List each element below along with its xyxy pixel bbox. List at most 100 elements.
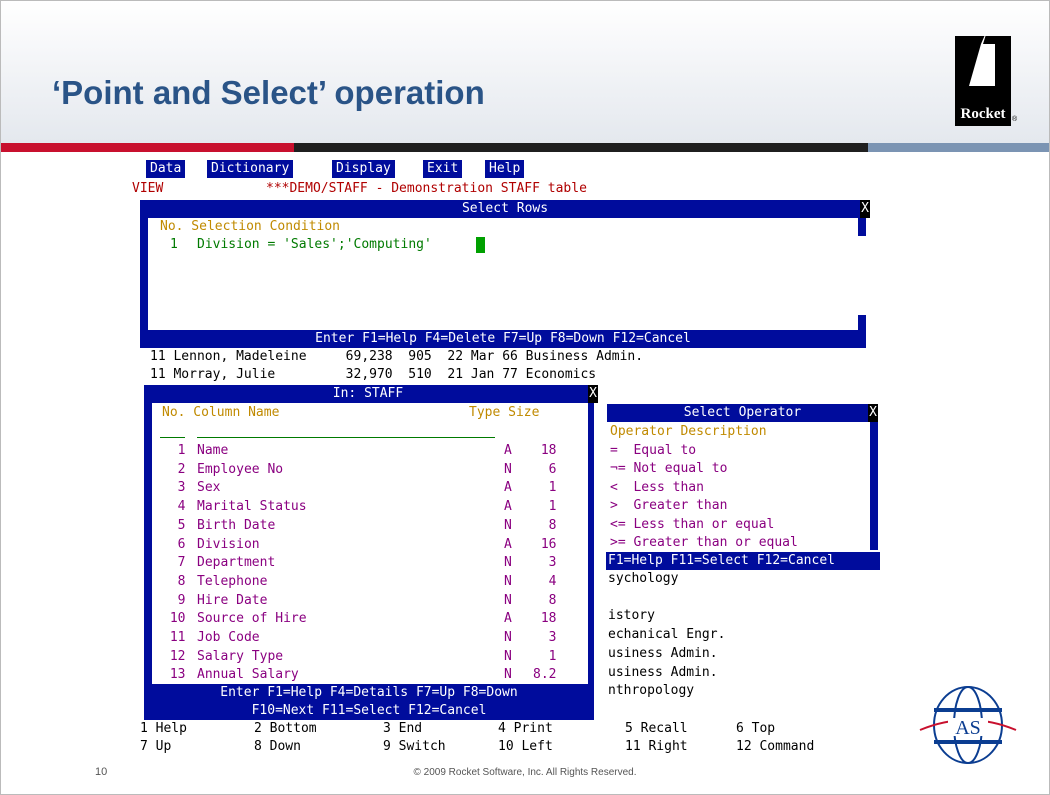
select-rows-title: Select Rows xyxy=(140,200,870,218)
column-row-size: 18 xyxy=(533,443,557,458)
function-key[interactable]: 1 Help xyxy=(140,720,187,738)
function-key[interactable]: 2 Bottom xyxy=(254,720,317,738)
operator-option[interactable]: < Less than xyxy=(610,479,704,497)
function-key[interactable]: 7 Up xyxy=(140,738,171,756)
column-row-size: 3 xyxy=(533,630,557,645)
column-row-type: N xyxy=(504,555,512,571)
operator-option[interactable]: = Equal to xyxy=(610,442,696,460)
column-row-size: 16 xyxy=(533,536,557,552)
column-row-size: 1 xyxy=(533,499,557,515)
column-row-type: A xyxy=(504,480,512,496)
function-key[interactable]: 4 Print xyxy=(498,720,553,738)
column-row-number: 11 xyxy=(162,630,186,645)
background-division-text: sychology xyxy=(608,571,679,586)
function-key[interactable]: 6 Top xyxy=(736,720,775,738)
column-row-type: A xyxy=(504,611,512,627)
header-bar-steel xyxy=(868,143,1049,152)
operator-picker-title: Select Operator xyxy=(607,404,878,422)
column-row-size: 8 xyxy=(533,517,557,533)
background-division-text: usiness Admin. xyxy=(608,664,718,680)
text-cursor xyxy=(476,237,485,253)
select-rows-close-icon[interactable]: X xyxy=(860,200,870,218)
column-row-number: 13 xyxy=(162,667,186,683)
column-row-size: 8.2 xyxy=(533,667,557,683)
function-key[interactable]: 12 Command xyxy=(736,738,814,756)
menu-dictionary[interactable]: Dictionary xyxy=(207,160,294,178)
column-row-number: 2 xyxy=(162,461,186,477)
condition-row-number: 1 xyxy=(170,237,178,252)
slide-header xyxy=(1,1,1049,143)
menu-exit[interactable]: Exit xyxy=(423,160,463,178)
column-row-size: 18 xyxy=(533,611,557,627)
data-row: 11 Lennon, Madeleine 69,238 905 22 Mar 6… xyxy=(150,349,644,364)
header-bar-red xyxy=(1,143,294,152)
menu-help[interactable]: Help xyxy=(485,160,525,178)
column-row-name: Job Code xyxy=(197,630,260,645)
column-row-type: A xyxy=(504,536,512,552)
column-row-name: Birth Date xyxy=(197,517,276,533)
column-row-type: N xyxy=(504,592,512,608)
column-row-number: 8 xyxy=(162,573,186,589)
function-key[interactable]: 3 End xyxy=(383,720,422,738)
column-row-name: Source of Hire xyxy=(197,611,307,627)
column-row-number: 9 xyxy=(162,592,186,608)
background-division-text: nthropology xyxy=(608,683,695,699)
function-key[interactable]: 11 Right xyxy=(625,738,688,756)
select-rows-right-scroll-top[interactable] xyxy=(858,218,866,236)
column-picker-footer-1: Enter F1=Help F4=Details F7=Up F8=Down xyxy=(144,684,594,702)
logo-registered-mark: ® xyxy=(1012,116,1018,123)
operator-picker-right-border xyxy=(870,422,878,550)
column-row-type: N xyxy=(504,630,512,645)
column-row-number: 3 xyxy=(162,480,186,496)
column-row-number: 12 xyxy=(162,648,186,664)
column-row-name: Salary Type xyxy=(197,648,284,664)
column-picker-input-underline xyxy=(160,437,185,438)
operator-option[interactable]: >= Greater than or equal xyxy=(610,534,798,552)
column-row-type: A xyxy=(504,443,512,458)
column-row-size: 6 xyxy=(533,461,557,477)
operator-option[interactable]: <= Less than or equal xyxy=(610,516,774,534)
function-key[interactable]: 9 Switch xyxy=(383,738,446,756)
column-row-name: Marital Status xyxy=(197,499,307,515)
column-row-number: 5 xyxy=(162,517,186,533)
column-row-type: N xyxy=(504,573,512,589)
function-key[interactable]: 10 Left xyxy=(498,738,553,756)
function-key[interactable]: 5 Recall xyxy=(625,720,688,738)
column-row-name: Name xyxy=(197,443,229,458)
header-bar-dark xyxy=(294,143,868,152)
column-row-type: N xyxy=(504,667,512,683)
operator-option[interactable]: ¬= Not equal to xyxy=(610,460,727,478)
column-row-size: 8 xyxy=(533,592,557,608)
column-picker-header-name: No. Column Name xyxy=(162,405,280,420)
column-row-name: Annual Salary xyxy=(197,667,299,683)
column-row-number: 10 xyxy=(162,611,186,627)
copyright-footer: © 2009 Rocket Software, Inc. All Rights … xyxy=(413,767,637,778)
column-picker-footer-2: F10=Next F11=Select F12=Cancel xyxy=(144,702,594,720)
logo-wordmark: Rocket xyxy=(960,106,1006,122)
column-picker-header-type-size: Type Size xyxy=(469,405,540,420)
as-globe-logo: AS xyxy=(919,686,1017,764)
column-row-size: 1 xyxy=(533,648,557,664)
select-rows-footer: Enter F1=Help F4=Delete F7=Up F8=Down F1… xyxy=(140,330,866,348)
column-row-name: Sex xyxy=(197,480,221,496)
operator-option[interactable]: > Greater than xyxy=(610,497,727,515)
column-picker-title: In: STAFF xyxy=(144,385,592,403)
background-division-text: usiness Admin. xyxy=(608,645,718,661)
column-row-name: Hire Date xyxy=(197,592,268,608)
column-row-name: Department xyxy=(197,555,276,571)
menu-data[interactable]: Data xyxy=(146,160,186,178)
operator-picker-footer: F1=Help F11=Select F12=Cancel xyxy=(606,552,880,570)
column-picker-filter-underline xyxy=(197,437,495,438)
operator-picker-close-icon[interactable]: X xyxy=(868,404,878,422)
slide-title: ‘Point and Select’ operation xyxy=(52,74,485,111)
column-row-name: Division xyxy=(197,536,260,552)
terminal-screen: Data Dictionary Display Exit Help VIEW *… xyxy=(132,160,880,760)
column-row-type: N xyxy=(504,648,512,664)
column-row-number: 1 xyxy=(162,443,186,458)
menu-display[interactable]: Display xyxy=(332,160,395,178)
column-row-type: N xyxy=(504,461,512,477)
condition-input[interactable]: Division = 'Sales';'Computing' xyxy=(197,236,432,254)
function-key[interactable]: 8 Down xyxy=(254,738,301,756)
column-picker-close-icon[interactable]: X xyxy=(588,385,598,403)
data-row: 11 Morray, Julie 32,970 510 21 Jan 77 Ec… xyxy=(150,367,597,382)
